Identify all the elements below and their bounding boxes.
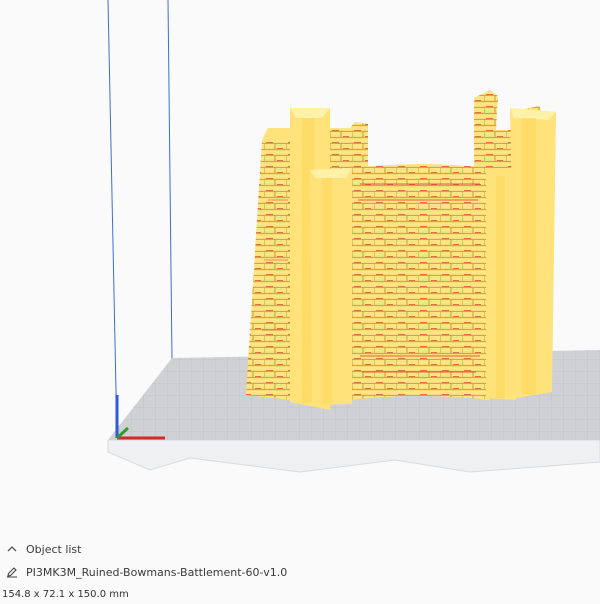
object-filename: PI3MK3M_Ruined-Bowmans-Battlement-60-v1.…	[26, 565, 288, 579]
object-list-label: Object list	[26, 542, 82, 556]
pencil-icon[interactable]	[4, 564, 20, 580]
object-dimensions-row: 154.8 x 72.1 x 150.0 mm	[2, 586, 129, 602]
object-name-row[interactable]: PI3MK3M_Ruined-Bowmans-Battlement-60-v1.…	[4, 563, 287, 581]
3d-viewport[interactable]	[0, 0, 600, 530]
model-ruined-battlement[interactable]	[246, 90, 556, 410]
object-list-header[interactable]: Object list	[4, 540, 81, 558]
chevron-up-icon[interactable]	[4, 541, 20, 557]
object-dimensions: 154.8 x 72.1 x 150.0 mm	[2, 588, 129, 600]
object-list-panel: Object list PI3MK3M_Ruined-Bowmans-Battl…	[0, 534, 600, 604]
